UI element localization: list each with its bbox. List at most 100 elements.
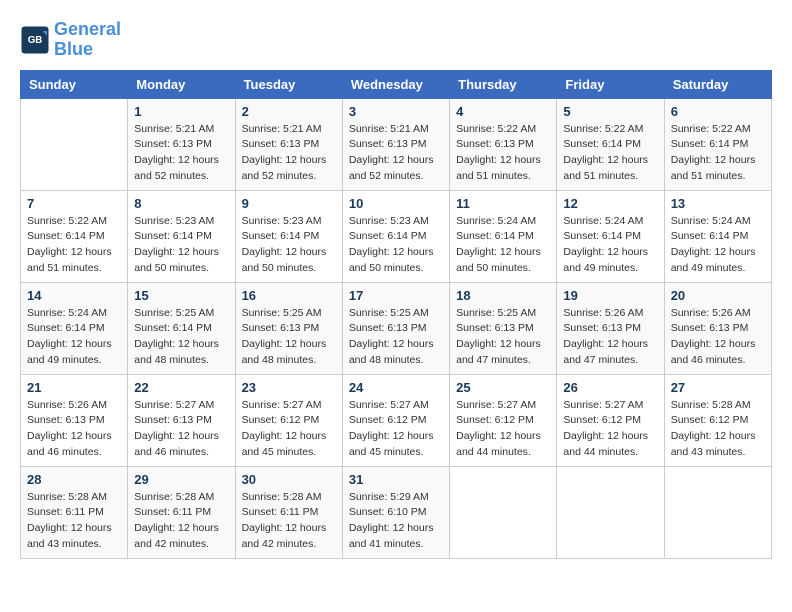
day-info: Sunrise: 5:24 AMSunset: 6:14 PMDaylight:… <box>563 214 657 277</box>
day-info: Sunrise: 5:27 AMSunset: 6:12 PMDaylight:… <box>242 398 336 461</box>
day-info: Sunrise: 5:26 AMSunset: 6:13 PMDaylight:… <box>27 398 121 461</box>
calendar-cell: 3Sunrise: 5:21 AMSunset: 6:13 PMDaylight… <box>342 98 449 190</box>
calendar-cell: 1Sunrise: 5:21 AMSunset: 6:13 PMDaylight… <box>128 98 235 190</box>
calendar-cell: 28Sunrise: 5:28 AMSunset: 6:11 PMDayligh… <box>21 466 128 558</box>
calendar-cell: 20 Sunrise: 5:26 AMSunset: 6:13 PMDayligh… <box>664 282 771 374</box>
day-info: Sunrise: 5:25 AMSunset: 6:13 PMDaylight:… <box>349 306 443 369</box>
day-number: 23 <box>242 380 336 395</box>
day-number: 7 <box>27 196 121 211</box>
calendar-cell: 11 Sunrise: 5:24 AMSunset: 6:14 PMDayligh… <box>450 190 557 282</box>
column-header-thursday: Thursday <box>450 70 557 98</box>
column-header-sunday: Sunday <box>21 70 128 98</box>
column-header-monday: Monday <box>128 70 235 98</box>
calendar-cell: 17 Sunrise: 5:25 AMSunset: 6:13 PMDayligh… <box>342 282 449 374</box>
day-number: 13 <box>671 196 765 211</box>
day-info: Sunrise: 5:25 AMSunset: 6:13 PMDaylight:… <box>242 306 336 369</box>
day-number: 16 <box>242 288 336 303</box>
calendar-cell: 30 Sunrise: 5:28 AMSunset: 6:11 PMDayligh… <box>235 466 342 558</box>
calendar-cell <box>664 466 771 558</box>
calendar-cell <box>557 466 664 558</box>
day-number: 30 <box>242 472 336 487</box>
calendar-cell: 24 Sunrise: 5:27 AMSunset: 6:12 PMDayligh… <box>342 374 449 466</box>
calendar-cell: 4 Sunrise: 5:22 AMSunset: 6:13 PMDaylight… <box>450 98 557 190</box>
day-number: 17 <box>349 288 443 303</box>
day-number: 24 <box>349 380 443 395</box>
day-number: 6 <box>671 104 765 119</box>
calendar-cell: 23 Sunrise: 5:27 AMSunset: 6:12 PMDayligh… <box>235 374 342 466</box>
calendar-week-5: 28Sunrise: 5:28 AMSunset: 6:11 PMDayligh… <box>21 466 772 558</box>
day-info: Sunrise: 5:27 AMSunset: 6:13 PMDaylight:… <box>134 398 228 461</box>
day-info: Sunrise: 5:27 AMSunset: 6:12 PMDaylight:… <box>456 398 550 461</box>
day-number: 29 <box>134 472 228 487</box>
day-info: Sunrise: 5:24 AMSunset: 6:14 PMDaylight:… <box>671 214 765 277</box>
calendar-body: 1Sunrise: 5:21 AMSunset: 6:13 PMDaylight… <box>21 98 772 558</box>
day-info: Sunrise: 5:28 AMSunset: 6:11 PMDaylight:… <box>242 490 336 553</box>
calendar-table: SundayMondayTuesdayWednesdayThursdayFrid… <box>20 70 772 559</box>
calendar-cell: 27 Sunrise: 5:28 AMSunset: 6:12 PMDayligh… <box>664 374 771 466</box>
calendar-header: SundayMondayTuesdayWednesdayThursdayFrid… <box>21 70 772 98</box>
day-info: Sunrise: 5:22 AMSunset: 6:14 PMDaylight:… <box>563 122 657 185</box>
day-number: 4 <box>456 104 550 119</box>
day-info: Sunrise: 5:25 AMSunset: 6:14 PMDaylight:… <box>134 306 228 369</box>
day-info: Sunrise: 5:26 AMSunset: 6:13 PMDaylight:… <box>671 306 765 369</box>
calendar-cell: 18Sunrise: 5:25 AMSunset: 6:13 PMDayligh… <box>450 282 557 374</box>
day-info: Sunrise: 5:28 AMSunset: 6:12 PMDaylight:… <box>671 398 765 461</box>
day-number: 9 <box>242 196 336 211</box>
calendar-week-4: 21 Sunrise: 5:26 AMSunset: 6:13 PMDayligh… <box>21 374 772 466</box>
calendar-cell: 29 Sunrise: 5:28 AMSunset: 6:11 PMDayligh… <box>128 466 235 558</box>
calendar-week-1: 1Sunrise: 5:21 AMSunset: 6:13 PMDaylight… <box>21 98 772 190</box>
day-info: Sunrise: 5:24 AMSunset: 6:14 PMDaylight:… <box>456 214 550 277</box>
day-info: Sunrise: 5:29 AMSunset: 6:10 PMDaylight:… <box>349 490 443 553</box>
day-number: 25 <box>456 380 550 395</box>
day-number: 12 <box>563 196 657 211</box>
day-info: Sunrise: 5:22 AMSunset: 6:14 PMDaylight:… <box>671 122 765 185</box>
day-number: 26 <box>563 380 657 395</box>
day-number: 11 <box>456 196 550 211</box>
calendar-week-2: 7 Sunrise: 5:22 AMSunset: 6:14 PMDaylight… <box>21 190 772 282</box>
day-info: Sunrise: 5:28 AMSunset: 6:11 PMDaylight:… <box>134 490 228 553</box>
column-header-tuesday: Tuesday <box>235 70 342 98</box>
day-number: 5 <box>563 104 657 119</box>
day-info: Sunrise: 5:23 AMSunset: 6:14 PMDaylight:… <box>242 214 336 277</box>
calendar-cell: 12 Sunrise: 5:24 AMSunset: 6:14 PMDayligh… <box>557 190 664 282</box>
day-number: 20 <box>671 288 765 303</box>
calendar-cell: 16 Sunrise: 5:25 AMSunset: 6:13 PMDayligh… <box>235 282 342 374</box>
calendar-cell: 8 Sunrise: 5:23 AMSunset: 6:14 PMDaylight… <box>128 190 235 282</box>
day-number: 15 <box>134 288 228 303</box>
calendar-cell: 19Sunrise: 5:26 AMSunset: 6:13 PMDayligh… <box>557 282 664 374</box>
day-number: 31 <box>349 472 443 487</box>
day-number: 2 <box>242 104 336 119</box>
day-number: 3 <box>349 104 443 119</box>
day-info: Sunrise: 5:21 AMSunset: 6:13 PMDaylight:… <box>134 122 228 185</box>
day-info: Sunrise: 5:25 AMSunset: 6:13 PMDaylight:… <box>456 306 550 369</box>
day-info: Sunrise: 5:23 AMSunset: 6:14 PMDaylight:… <box>349 214 443 277</box>
calendar-cell <box>21 98 128 190</box>
day-info: Sunrise: 5:24 AMSunset: 6:14 PMDaylight:… <box>27 306 121 369</box>
logo-text: GeneralBlue <box>54 20 121 60</box>
day-number: 8 <box>134 196 228 211</box>
day-number: 21 <box>27 380 121 395</box>
calendar-cell: 6 Sunrise: 5:22 AMSunset: 6:14 PMDaylight… <box>664 98 771 190</box>
svg-text:GB: GB <box>28 35 43 46</box>
day-info: Sunrise: 5:22 AMSunset: 6:13 PMDaylight:… <box>456 122 550 185</box>
day-info: Sunrise: 5:27 AMSunset: 6:12 PMDaylight:… <box>349 398 443 461</box>
column-header-saturday: Saturday <box>664 70 771 98</box>
day-number: 14 <box>27 288 121 303</box>
day-info: Sunrise: 5:23 AMSunset: 6:14 PMDaylight:… <box>134 214 228 277</box>
column-header-wednesday: Wednesday <box>342 70 449 98</box>
calendar-cell: 31 Sunrise: 5:29 AMSunset: 6:10 PMDayligh… <box>342 466 449 558</box>
calendar-cell: 14 Sunrise: 5:24 AMSunset: 6:14 PMDayligh… <box>21 282 128 374</box>
day-info: Sunrise: 5:28 AMSunset: 6:11 PMDaylight:… <box>27 490 121 553</box>
calendar-cell: 5 Sunrise: 5:22 AMSunset: 6:14 PMDaylight… <box>557 98 664 190</box>
page-header: GB GeneralBlue <box>20 20 772 60</box>
day-number: 27 <box>671 380 765 395</box>
calendar-week-3: 14 Sunrise: 5:24 AMSunset: 6:14 PMDayligh… <box>21 282 772 374</box>
calendar-cell: 13 Sunrise: 5:24 AMSunset: 6:14 PMDayligh… <box>664 190 771 282</box>
calendar-cell: 21 Sunrise: 5:26 AMSunset: 6:13 PMDayligh… <box>21 374 128 466</box>
calendar-cell: 7 Sunrise: 5:22 AMSunset: 6:14 PMDaylight… <box>21 190 128 282</box>
day-info: Sunrise: 5:27 AMSunset: 6:12 PMDaylight:… <box>563 398 657 461</box>
column-header-friday: Friday <box>557 70 664 98</box>
day-info: Sunrise: 5:22 AMSunset: 6:14 PMDaylight:… <box>27 214 121 277</box>
calendar-cell: 15 Sunrise: 5:25 AMSunset: 6:14 PMDayligh… <box>128 282 235 374</box>
day-number: 10 <box>349 196 443 211</box>
